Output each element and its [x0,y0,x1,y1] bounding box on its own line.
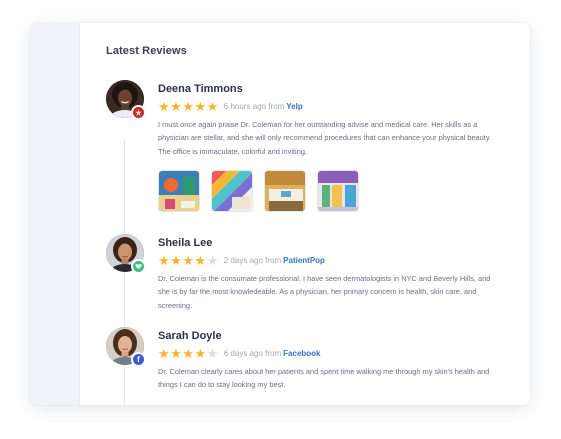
avatar-wrap [106,80,146,120]
office-photo-4[interactable] [317,170,359,212]
review-time: 6 hours ago from [223,101,285,111]
sidebar-divider [79,23,80,405]
avatar-wrap: f [106,327,146,367]
patientpop-icon [131,259,146,274]
review-time: 6 days ago from [223,348,282,358]
reviewer-name[interactable]: Deena Timmons [158,83,243,95]
review-meta: ★ ★ ★ ★ ★ 6 days ago from Facebook [158,346,321,360]
review-text: Dr. Coleman clearly cares about her pati… [158,367,490,390]
star-filled-icon: ★ [170,345,182,361]
star-filled-icon: ★ [158,345,170,361]
reviewer-name[interactable]: Sarah Doyle [158,330,222,342]
reviews-card: Latest Reviews Deena Timmons ★ ★ ★ ★ ★ 6 hou… [30,23,530,405]
star-empty-icon: ★ [206,252,219,268]
star-filled-icon: ★ [182,345,194,361]
star-filled-icon: ★ [206,98,219,114]
review-text: Dr. Coleman is the consumate professiona… [158,274,491,310]
facebook-icon: f [131,352,146,367]
star-filled-icon: ★ [194,345,207,361]
star-empty-icon: ★ [206,345,219,361]
sidebar-strip [30,23,79,405]
review-meta: ★ ★ ★ ★ ★ 6 hours ago from Yelp [158,99,303,113]
review-photos [158,170,370,212]
star-rating: ★ ★ ★ ★ ★ [158,100,219,113]
source-link-yelp[interactable]: Yelp [286,102,302,111]
yelp-icon [131,105,146,120]
star-filled-icon: ★ [170,252,182,268]
review-time: 2 days ago from [223,255,282,265]
star-filled-icon: ★ [182,252,194,268]
source-link-facebook[interactable]: Facebook [283,349,320,358]
star-filled-icon: ★ [182,98,194,114]
star-filled-icon: ★ [194,98,207,114]
timeline-line [124,139,125,405]
star-filled-icon: ★ [158,98,170,114]
star-filled-icon: ★ [194,252,207,268]
reviewer-name[interactable]: Sheila Lee [158,237,212,249]
office-photo-1[interactable] [158,170,200,212]
star-filled-icon: ★ [158,252,170,268]
source-link-patientpop[interactable]: PatientPop [283,256,325,265]
review-text: I must once again praise Dr. Coleman for… [158,120,492,156]
star-rating: ★ ★ ★ ★ ★ [158,254,219,267]
review-meta: ★ ★ ★ ★ ★ 2 days ago from PatientPop [158,253,325,267]
office-photo-2[interactable] [211,170,253,212]
star-filled-icon: ★ [170,98,182,114]
section-title: Latest Reviews [106,45,187,57]
office-photo-3[interactable] [264,170,306,212]
star-rating: ★ ★ ★ ★ ★ [158,347,219,360]
avatar-wrap [106,234,146,274]
